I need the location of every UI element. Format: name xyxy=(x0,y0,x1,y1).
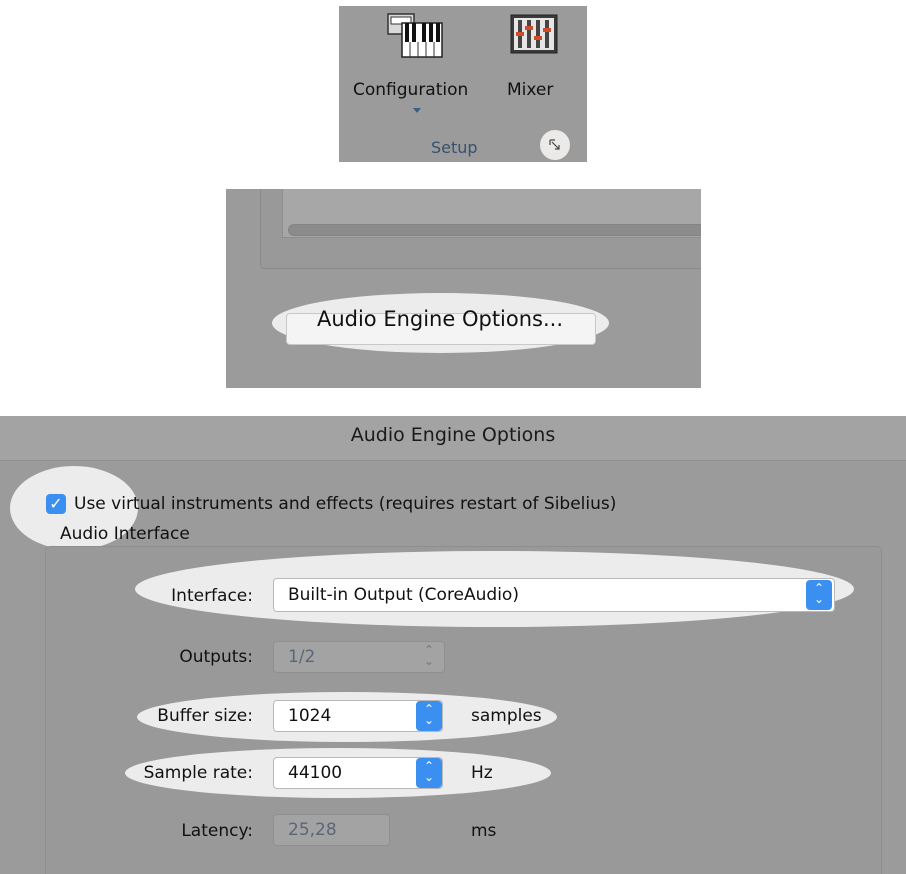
dialog-launcher-icon xyxy=(549,139,560,150)
buffer-size-value: 1024 xyxy=(288,706,332,726)
virtual-instruments-checkbox[interactable]: ✓ xyxy=(46,494,66,514)
outputs-value: 1/2 xyxy=(288,647,316,667)
preferences-panel: Audio Engine Options... xyxy=(226,189,701,388)
sample-rate-value: 44100 xyxy=(288,763,343,783)
sample-rate-label: Sample rate: xyxy=(143,763,253,783)
sample-rate-unit: Hz xyxy=(471,763,493,783)
buffer-size-label: Buffer size: xyxy=(157,706,253,726)
buffer-size-arrows-icon[interactable]: ⌃ ⌄ xyxy=(416,701,442,731)
buffer-size-unit: samples xyxy=(471,706,542,726)
outputs-label: Outputs: xyxy=(179,647,253,667)
audio-interface-section-label: Audio Interface xyxy=(60,524,190,544)
dialog-launcher-button[interactable] xyxy=(540,130,570,160)
chevron-down-icon[interactable] xyxy=(413,108,421,113)
group-label: Setup xyxy=(431,138,478,157)
audio-engine-options-dialog: Audio Engine Options ✓ Use virtual instr… xyxy=(0,416,906,874)
latency-field: 25,28 xyxy=(273,814,390,846)
interface-value: Built-in Output (CoreAudio) xyxy=(288,585,519,605)
configuration-button[interactable]: Configuration xyxy=(353,80,468,100)
ribbon-setup-panel: Configuration Mixer Setup xyxy=(339,6,587,162)
audio-engine-options-button-label: Audio Engine Options... xyxy=(316,307,564,331)
interface-select[interactable]: Built-in Output (CoreAudio) xyxy=(273,578,835,612)
horizontal-scrollbar[interactable] xyxy=(288,224,701,236)
latency-value: 25,28 xyxy=(288,820,337,840)
mixer-button[interactable]: Mixer xyxy=(507,80,553,100)
latency-unit: ms xyxy=(471,821,497,841)
interface-select-arrows-icon[interactable]: ⌃ ⌄ xyxy=(806,580,832,610)
keyboard-icon[interactable] xyxy=(386,13,444,59)
sample-rate-arrows-icon[interactable]: ⌃ ⌄ xyxy=(416,758,442,788)
virtual-instruments-label: Use virtual instruments and effects (req… xyxy=(74,494,617,514)
dialog-title: Audio Engine Options xyxy=(350,424,556,446)
outputs-select-arrows-icon: ⌃ ⌄ xyxy=(423,643,435,668)
interface-label: Interface: xyxy=(171,586,253,606)
mixer-icon[interactable] xyxy=(510,14,558,54)
latency-label: Latency: xyxy=(181,821,253,841)
